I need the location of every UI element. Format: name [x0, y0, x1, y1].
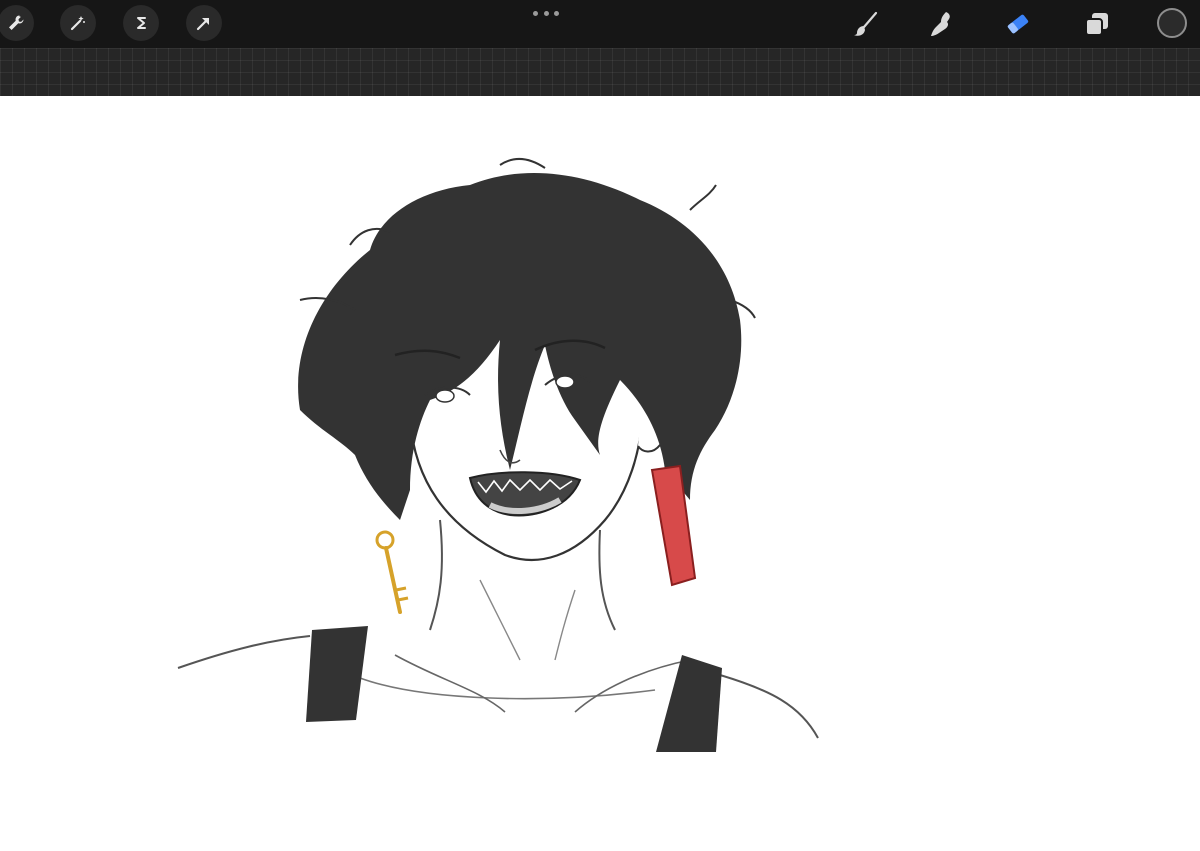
smudge-icon[interactable] [926, 8, 958, 40]
arrow-cursor-icon[interactable] [186, 5, 222, 41]
brush-icon[interactable] [850, 8, 882, 40]
ellipsis-icon[interactable] [533, 11, 559, 17]
magic-wand-icon[interactable] [60, 5, 96, 41]
color-picker-swatch[interactable] [1157, 8, 1187, 38]
selection-s-icon[interactable] [123, 5, 159, 41]
wrench-icon[interactable] [0, 5, 34, 41]
sketch-artwork [177, 157, 819, 752]
top-toolbar [0, 0, 1200, 48]
drawing-canvas[interactable] [0, 96, 1200, 851]
eraser-icon[interactable] [1002, 8, 1034, 40]
canvas-grid-strip [0, 48, 1200, 96]
layers-icon[interactable] [1081, 8, 1113, 40]
